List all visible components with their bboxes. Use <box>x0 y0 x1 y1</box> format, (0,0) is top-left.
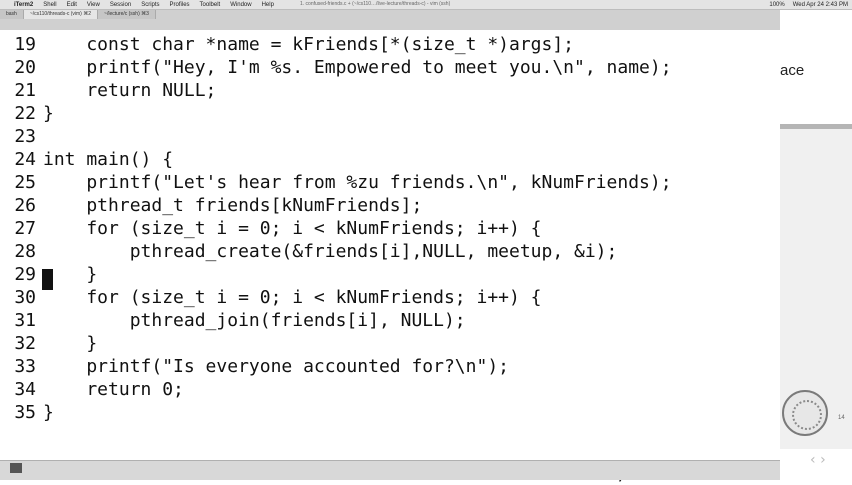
vim-editor[interactable]: 19 const char *name = kFriends[*(size_t … <box>0 30 780 484</box>
code-line: 21 return NULL; <box>0 79 216 102</box>
line-text: return NULL; <box>43 80 217 101</box>
line-number: 28 <box>14 241 36 262</box>
line-text: printf("Let's hear from %zu friends.\n",… <box>43 172 672 193</box>
tab-ssh[interactable]: ~/lecture/c (ssh) ⌘3 <box>98 10 156 19</box>
menu-view[interactable]: View <box>87 2 100 8</box>
line-text: int main() { <box>43 149 174 170</box>
line-number: 33 <box>14 356 36 377</box>
code-line: 28 pthread_create(&friends[i],NULL, meet… <box>0 240 617 263</box>
code-line: 30 for (size_t i = 0; i < kNumFriends; i… <box>0 286 542 309</box>
clock[interactable]: Wed Apr 24 2:43 PM <box>793 2 848 8</box>
slide-number: 14 <box>838 415 845 421</box>
line-number: 29 <box>14 264 36 285</box>
battery-status[interactable]: 100% <box>769 2 784 8</box>
university-seal-icon <box>782 390 828 436</box>
line-number: 23 <box>14 126 36 147</box>
line-number: 27 <box>14 218 36 239</box>
line-text: return 0; <box>43 379 184 400</box>
menu-extras: 100% Wed Apr 24 2:43 PM <box>761 2 848 8</box>
slide-text: ace <box>780 62 805 79</box>
terminal-tab-bar: bash ~/cs110/threads-c (vim) ⌘2 ~/lectur… <box>0 10 780 32</box>
line-number: 30 <box>14 287 36 308</box>
code-line: 34 return 0; <box>0 378 184 401</box>
menu-toolbelt[interactable]: Toolbelt <box>200 2 221 8</box>
code-line: 25 printf("Let's hear from %zu friends.\… <box>0 171 672 194</box>
menu-window[interactable]: Window <box>230 2 251 8</box>
chevron-right-icon[interactable]: › <box>820 452 826 468</box>
line-text: printf("Hey, I'm %s. Empowered to meet y… <box>43 57 672 78</box>
line-text: const char *name = kFriends[*(size_t *)a… <box>43 34 575 55</box>
line-text: pthread_create(&friends[i],NULL, meetup,… <box>43 241 618 262</box>
line-number: 34 <box>14 379 36 400</box>
code-line: 24 int main() { <box>0 148 173 171</box>
line-number: 22 <box>14 103 36 124</box>
code-line: 19 const char *name = kFriends[*(size_t … <box>0 33 574 56</box>
line-number: 35 <box>14 402 36 423</box>
code-line: 35} <box>0 401 54 424</box>
code-line: 20 printf("Hey, I'm %s. Empowered to mee… <box>0 56 672 79</box>
chevron-left-icon[interactable]: ‹ <box>810 452 816 468</box>
slide-nav: ‹ › <box>810 452 826 468</box>
line-number: 31 <box>14 310 36 331</box>
code-line: 32 } <box>0 332 97 355</box>
menu-help[interactable]: Help <box>262 2 274 8</box>
code-line: 23 <box>0 125 43 148</box>
code-line: 31 pthread_join(friends[i], NULL); <box>0 309 466 332</box>
line-number: 21 <box>14 80 36 101</box>
scroll-thumb[interactable] <box>10 463 22 473</box>
line-text: for (size_t i = 0; i < kNumFriends; i++)… <box>43 218 542 239</box>
line-text: } <box>43 402 54 423</box>
menu-shell[interactable]: Shell <box>43 2 56 8</box>
line-number: 24 <box>14 149 36 170</box>
line-number: 25 <box>14 172 36 193</box>
line-text: for (size_t i = 0; i < kNumFriends; i++)… <box>43 287 542 308</box>
code-line: 33 printf("Is everyone accounted for?\n"… <box>0 355 509 378</box>
line-text: pthread_join(friends[i], NULL); <box>43 310 466 331</box>
menu-bar: iTerm2 Shell Edit View Session Scripts P… <box>0 0 852 10</box>
line-text: } <box>43 103 54 124</box>
window-title: 1. confused-friends.c + (~/cs110…/live-l… <box>300 1 451 7</box>
menu-profiles[interactable]: Profiles <box>170 2 190 8</box>
line-number: 20 <box>14 57 36 78</box>
text-cursor <box>42 269 53 290</box>
code-line: 27 for (size_t i = 0; i < kNumFriends; i… <box>0 217 542 240</box>
code-line: 22} <box>0 102 54 125</box>
line-number: 32 <box>14 333 36 354</box>
menu-edit[interactable]: Edit <box>67 2 77 8</box>
menu-scripts[interactable]: Scripts <box>141 2 159 8</box>
line-text: } <box>43 333 98 354</box>
code-line: 26 pthread_t friends[kNumFriends]; <box>0 194 422 217</box>
line-text: printf("Is everyone accounted for?\n"); <box>43 356 509 377</box>
menu-app-name[interactable]: iTerm2 <box>14 2 33 8</box>
menu-session[interactable]: Session <box>110 2 131 8</box>
line-number: 19 <box>14 34 36 55</box>
line-text: pthread_t friends[kNumFriends]; <box>43 195 423 216</box>
tab-bash[interactable]: bash <box>0 10 24 19</box>
bottom-bar <box>0 460 780 480</box>
tab-vim[interactable]: ~/cs110/threads-c (vim) ⌘2 <box>23 10 99 19</box>
line-number: 26 <box>14 195 36 216</box>
